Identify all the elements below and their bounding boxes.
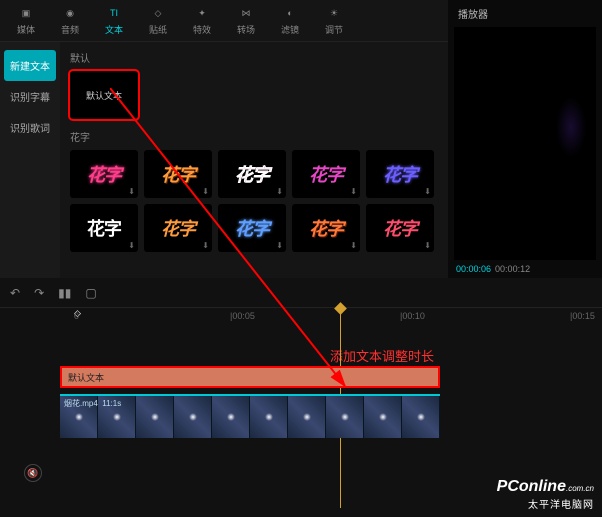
sticker-icon: ◇ — [150, 5, 166, 21]
template-huazi-10[interactable]: 花字⬇ — [366, 204, 434, 252]
video-clip-label: 烟花.mp4 11:1s — [64, 398, 121, 409]
template-area: 默认 默认文本 花字 花字⬇ 花字⬇ 花字⬇ 花字⬇ 花字⬇ 花字⬇ 花字⬇ 花… — [60, 42, 448, 278]
ruler-mark: |00:10 — [400, 311, 425, 321]
template-huazi-6[interactable]: 花字⬇ — [70, 204, 138, 252]
tab-filter[interactable]: ◐滤镜 — [268, 0, 312, 41]
template-huazi-3[interactable]: 花字⬇ — [218, 150, 286, 198]
split-button[interactable]: ▮▮ — [58, 286, 71, 300]
redo-button[interactable]: ↷ — [34, 286, 44, 300]
player-title: 播放器 — [448, 0, 602, 27]
template-huazi-5[interactable]: 花字⬇ — [366, 150, 434, 198]
download-icon: ⬇ — [276, 187, 283, 196]
text-sidebar: 新建文本 识别字幕 识别歌词 — [0, 42, 60, 278]
ruler-mark: |00:15 — [570, 311, 595, 321]
transition-icon: ⋈ — [238, 5, 254, 21]
template-huazi-4[interactable]: 花字⬇ — [292, 150, 360, 198]
tab-adjust[interactable]: ☀调节 — [312, 0, 356, 41]
template-default-text[interactable]: 默认文本 — [70, 71, 138, 119]
template-huazi-1[interactable]: 花字⬇ — [70, 150, 138, 198]
mute-button[interactable]: 🔇 — [24, 464, 42, 482]
ruler-mark: |00:05 — [230, 311, 255, 321]
download-icon: ⬇ — [424, 241, 431, 250]
download-icon: ⬇ — [276, 241, 283, 250]
download-icon: ⬇ — [424, 187, 431, 196]
section-default-label: 默认 — [70, 50, 438, 65]
download-icon: ⬇ — [128, 241, 135, 250]
sidebar-item-new-text[interactable]: 新建文本 — [4, 50, 56, 81]
sidebar-item-subtitle[interactable]: 识别字幕 — [0, 81, 60, 112]
player-time: 00:00:06 00:00:12 — [448, 260, 602, 278]
download-icon: ⬇ — [350, 187, 357, 196]
player-viewport[interactable] — [454, 27, 596, 260]
tab-transition[interactable]: ⋈转场 — [224, 0, 268, 41]
ruler-mark: 0 — [74, 311, 79, 321]
tab-text[interactable]: TI文本 — [92, 0, 136, 41]
section-huazi-label: 花字 — [70, 129, 438, 144]
watermark: PConline.com.cn 太平洋电脑网 — [497, 478, 594, 511]
main-toolbar: ▣媒体 ◉音频 TI文本 ◇贴纸 ✦特效 ⋈转场 ◐滤镜 ☀调节 — [0, 0, 448, 42]
timeline-ruler[interactable]: ◇ 0 |00:05 |00:10 |00:15 — [60, 308, 602, 326]
template-huazi-2[interactable]: 花字⬇ — [144, 150, 212, 198]
effect-icon: ✦ — [194, 5, 210, 21]
media-icon: ▣ — [18, 5, 34, 21]
text-icon: TI — [106, 5, 122, 21]
current-time: 00:00:06 — [456, 264, 491, 274]
tab-audio[interactable]: ◉音频 — [48, 0, 92, 41]
tab-sticker[interactable]: ◇贴纸 — [136, 0, 180, 41]
total-time: 00:00:12 — [495, 264, 530, 274]
download-icon: ⬇ — [202, 187, 209, 196]
tab-effect[interactable]: ✦特效 — [180, 0, 224, 41]
timeline-toolbar: ↶ ↷ ▮▮ ▢ — [0, 278, 602, 308]
delete-button[interactable]: ▢ — [85, 286, 96, 300]
tab-media[interactable]: ▣媒体 — [4, 0, 48, 41]
annotation-text: 添加文本调整时长 — [330, 346, 434, 365]
filter-icon: ◐ — [282, 5, 298, 21]
undo-button[interactable]: ↶ — [10, 286, 20, 300]
template-huazi-9[interactable]: 花字⬇ — [292, 204, 360, 252]
audio-icon: ◉ — [62, 5, 78, 21]
template-huazi-8[interactable]: 花字⬇ — [218, 204, 286, 252]
text-clip[interactable]: 默认文本 — [60, 366, 440, 388]
adjust-icon: ☀ — [326, 5, 342, 21]
download-icon: ⬇ — [128, 187, 135, 196]
download-icon: ⬇ — [202, 241, 209, 250]
sidebar-item-lyrics[interactable]: 识别歌词 — [0, 112, 60, 143]
template-huazi-7[interactable]: 花字⬇ — [144, 204, 212, 252]
download-icon: ⬇ — [350, 241, 357, 250]
video-clip[interactable]: 烟花.mp4 11:1s — [60, 394, 440, 438]
